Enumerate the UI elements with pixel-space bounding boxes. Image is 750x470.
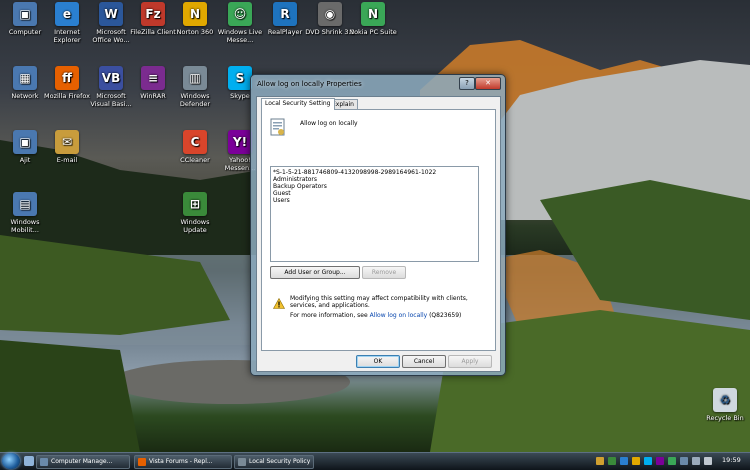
cancel-button[interactable]: Cancel [402,355,446,368]
desktop: ▣ Computer e Internet Explorer W Microsoft Of… [0,0,750,452]
desktop-icon[interactable]: ff Mozilla Firefox [42,66,92,100]
app-icon: ▣ [13,2,37,26]
app-icon: S [228,66,252,90]
taskbar-app-icon [40,458,48,466]
app-icon: e [55,2,79,26]
app-icon: VB [99,66,123,90]
app-icon: ≡ [141,66,165,90]
policy-name: Allow log on locally [300,120,358,127]
tab-local-security-setting[interactable]: Local Security Setting [261,98,335,110]
norton-tray-icon[interactable] [632,457,640,465]
warning-text: Modifying this setting may affect compat… [290,295,468,309]
accounts-list[interactable]: *S-1-5-21-881746809-4132098998-298916496… [270,166,479,262]
dialog-body: Local Security Setting Explain Allow log… [256,96,501,372]
desktop-icon-label: CCleaner [180,156,210,164]
desktop-icon-label: Windows Mobilit... [10,218,40,234]
list-item[interactable]: Guest [273,190,291,197]
desktop-icon-label: Internet Explorer [53,28,81,44]
app-icon: ◉ [318,2,342,26]
more-info-line: For more information, see Allow log on l… [290,312,461,319]
recycle-bin-icon: ♻ [713,388,737,412]
desktop-icon[interactable]: N Norton 360 [170,2,220,36]
taskbar-button[interactable]: Local Security Policy [234,455,314,469]
desktop-icon-label: Windows Live Messe... [217,28,263,44]
yahoo-tray-icon[interactable] [656,457,664,465]
desktop-icon[interactable]: ✉ E-mail [42,130,92,164]
list-item[interactable]: Administrators [273,176,317,183]
app-icon: C [183,130,207,154]
app-icon: N [183,2,207,26]
taskbar-app-icon [138,458,146,466]
desktop-icon-label: Nokia PC Suite [349,28,397,36]
app-icon: ✉ [55,130,79,154]
taskbar-button-label: Computer Manage... [51,458,113,465]
messenger-tray-icon[interactable] [668,457,676,465]
close-button[interactable]: ✕ [475,77,501,90]
desktop-icon[interactable]: C CCleaner [170,130,220,164]
add-user-or-group-button[interactable]: Add User or Group... [270,266,360,279]
taskbar-button[interactable]: Vista Forums - Repl... [134,455,232,469]
properties-dialog: Allow log on locally Properties ? ✕ Loca… [250,74,506,376]
taskbar: Computer Manage... Vista Forums - Repl...… [0,452,750,470]
taskbar-button[interactable]: Computer Manage... [36,455,130,469]
desktop-icon[interactable]: ☺ Windows Live Messe... [215,2,265,44]
app-icon: ▦ [13,66,37,90]
more-info-suffix: (Q823659) [429,312,462,319]
more-info-link[interactable]: Allow log on locally [370,312,428,319]
skype-tray-icon[interactable] [644,457,652,465]
recycle-bin[interactable]: ♻ Recycle Bin [700,388,750,422]
more-info-prefix: For more information, see [290,312,368,319]
show-desktop-icon[interactable] [24,456,34,466]
desktop-icon[interactable]: R RealPlayer [260,2,310,36]
list-item[interactable]: Users [273,197,290,204]
remove-button[interactable]: Remove [362,266,406,279]
desktop-icon[interactable]: ▥ Windows Defender [170,66,220,108]
power-icon[interactable] [704,457,712,465]
app-icon: Y! [228,130,252,154]
app-icon: ff [55,66,79,90]
dialog-titlebar[interactable]: Allow log on locally Properties ? ✕ [251,75,505,93]
tab-panel: Allow log on locally *S-1-5-21-881746809… [261,109,496,351]
desktop-icon[interactable]: e Internet Explorer [42,2,92,44]
tray-app-icon[interactable] [596,457,604,465]
desktop-icon-label: Windows Defender [179,92,211,108]
clock[interactable]: 19:59 [722,456,741,464]
app-icon: ▤ [13,192,37,216]
apply-button[interactable]: Apply [448,355,492,368]
app-icon: Fz [141,2,165,26]
recycle-bin-label: Recycle Bin [706,414,744,422]
taskbar-button-label: Vista Forums - Repl... [149,458,213,465]
network-icon[interactable] [680,457,688,465]
policy-icon [270,118,285,136]
app-icon: R [273,2,297,26]
desktop-icon[interactable]: N Nokia PC Suite [348,2,398,36]
desktop-icon-label: Norton 360 [176,28,214,36]
taskbar-button-label: Local Security Policy [249,458,311,465]
list-item[interactable]: *S-1-5-21-881746809-4132098998-298916496… [273,169,436,176]
taskbar-app-icon [238,458,246,466]
app-icon: N [361,2,385,26]
app-icon: ▥ [183,66,207,90]
desktop-icon-label: E-mail [56,156,78,164]
desktop-icon[interactable]: ⊞ Windows Update [170,192,220,234]
system-tray: 19:59 [588,454,748,468]
help-button[interactable]: ? [459,77,475,90]
desktop-icon-label: Mozilla Firefox [44,92,90,100]
app-icon: W [99,2,123,26]
app-icon: ☺ [228,2,252,26]
app-icon: ⊞ [183,192,207,216]
ok-button[interactable]: OK [356,355,400,368]
dialog-title: Allow log on locally Properties [257,80,362,88]
warning-icon [273,298,285,309]
bluetooth-icon[interactable] [620,457,628,465]
tray-app-icon[interactable] [608,457,616,465]
start-button[interactable] [2,453,20,469]
volume-icon[interactable] [692,457,700,465]
list-item[interactable]: Backup Operators [273,183,327,190]
app-icon: ▣ [13,130,37,154]
desktop-icon-label: Windows Update [180,218,210,234]
desktop-icon[interactable]: ▤ Windows Mobilit... [0,192,50,234]
desktop-icon-label: RealPlayer [267,28,303,36]
